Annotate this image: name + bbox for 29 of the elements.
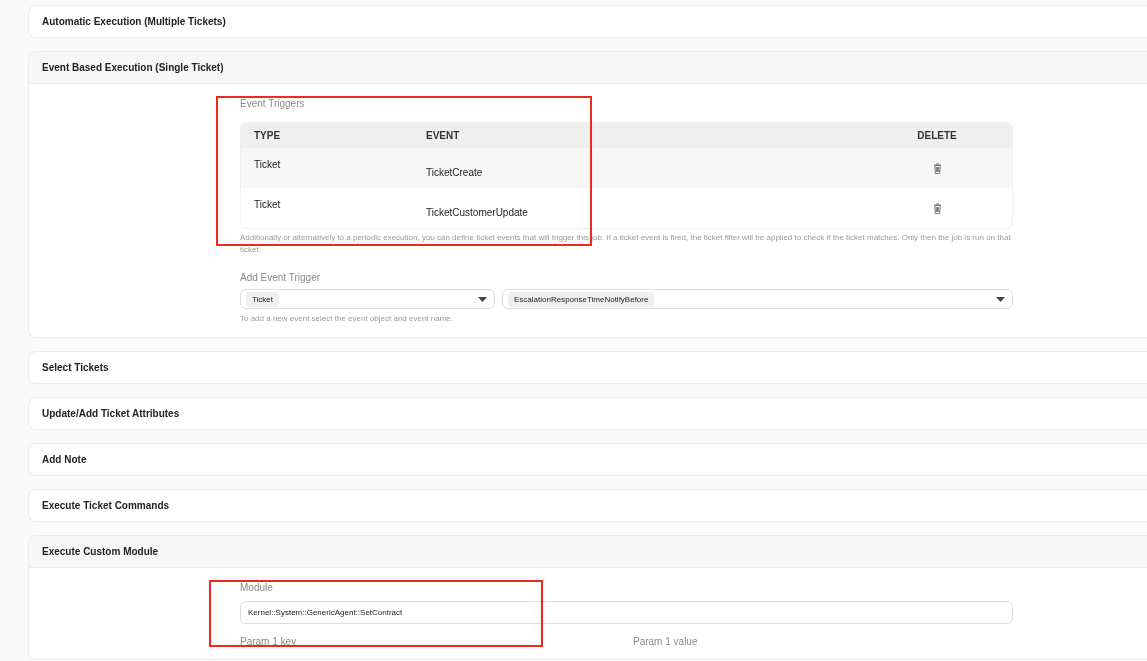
field-label: Module (240, 581, 274, 593)
object-dropdown[interactable]: Ticket (240, 289, 495, 310)
section-header[interactable]: Select Tickets (29, 351, 1147, 383)
section-header[interactable]: Update/Add Ticket Attributes (29, 397, 1147, 429)
table-cell-text: TicketCustomerUpdate (425, 205, 529, 218)
help-text: To add a new event select the event object and event name. (240, 313, 455, 325)
section-label: Event Triggers (240, 98, 306, 109)
table-cell-text: Ticket (253, 198, 282, 210)
trash-icon[interactable] (932, 162, 942, 174)
field-label: Add Event Trigger (240, 272, 322, 284)
caret-icon (996, 296, 1005, 302)
help-text: Additionally or alternatively to a periodic execution, you can define ticket events that will trigger this job. If a ticket event is fired, the ticket filter will be applied to check if the ticket matches. Only then the job is run on that ticket. (240, 232, 1012, 256)
event-dropdown[interactable]: EscalationResponseTimeNotifyBefore (502, 289, 1013, 310)
table-cell-text: TicketCreate (425, 165, 484, 178)
field-label: Param 1 value (633, 635, 698, 647)
trash-icon[interactable] (932, 202, 942, 214)
section-header[interactable]: Execute Custom Module (29, 535, 1147, 568)
column-header: DELETE (916, 130, 958, 141)
column-header: TYPE (253, 130, 282, 141)
table-cell-text: Ticket (253, 158, 282, 170)
section-header[interactable]: Automatic Execution (Multiple Tickets) (29, 6, 1147, 37)
section-header[interactable]: Event Based Execution (Single Ticket) (29, 52, 1147, 84)
section-header[interactable]: Execute Ticket Commands (29, 489, 1147, 521)
module-field[interactable]: Kernel::System::GenericAgent::SetContract (240, 600, 1013, 624)
section-header[interactable]: Add Note (29, 443, 1147, 475)
selected-tag: Ticket (246, 291, 280, 307)
column-header: EVENT (425, 130, 461, 141)
selected-tag: EscalationResponseTimeNotifyBefore (508, 291, 655, 307)
caret-icon (478, 296, 487, 302)
